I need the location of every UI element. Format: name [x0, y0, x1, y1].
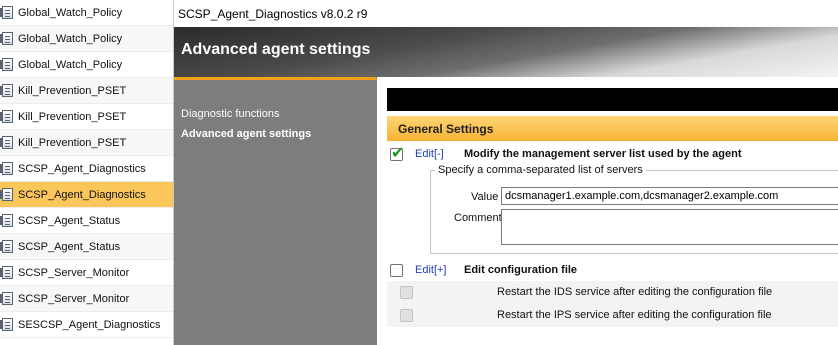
policy-list-item[interactable]: Kill_Prevention_PSET — [0, 104, 173, 130]
policy-label: SCSP_Agent_Diagnostics — [18, 162, 146, 175]
policy-label: Global_Watch_Policy — [18, 6, 123, 19]
policy-label: Global_Watch_Policy — [18, 58, 123, 71]
policy-list-item[interactable]: Global_Watch_Policy — [0, 26, 173, 52]
policy-document-icon — [0, 188, 13, 201]
policy-document-icon — [0, 84, 13, 97]
policy-document-icon — [0, 32, 13, 45]
policy-document-icon — [0, 136, 13, 149]
section-header-title: General Settings — [398, 121, 494, 136]
policy-document-icon — [0, 214, 13, 227]
window-title-bar: SCSP_Agent_Diagnostics v8.0.2 r9 — [174, 0, 838, 27]
restart-ips-row: Restart the IPS service after editing th… — [387, 304, 838, 327]
policy-document-icon — [0, 58, 13, 71]
restart-ips-label: Restart the IPS service after editing th… — [497, 309, 772, 321]
config-file-label: Edit configuration file — [464, 264, 578, 276]
section-header: General Settings — [387, 116, 838, 141]
server-list-legend: Specify a comma-separated list of server… — [435, 164, 646, 176]
policy-list: Global_Watch_Policy Global_Watch_Policy Gl… — [0, 0, 173, 345]
window-title: SCSP_Agent_Diagnostics v8.0.2 r9 — [178, 6, 368, 21]
toolbar-bar — [387, 88, 838, 111]
policy-document-icon — [0, 162, 13, 175]
policy-label: SESCSP_Agent_Diagnostics — [18, 318, 161, 331]
restart-ids-row: Restart the IDS service after editing th… — [387, 281, 838, 304]
nav-item-advanced-agent-settings[interactable]: Advanced agent settings — [181, 128, 311, 140]
policy-window: SCSP_Agent_Diagnostics v8.0.2 r9 Advance… — [173, 0, 838, 345]
policy-document-icon — [0, 292, 13, 305]
config-file-checkbox[interactable] — [390, 264, 403, 277]
restart-ids-label: Restart the IDS service after editing th… — [497, 286, 773, 298]
policy-document-icon — [0, 318, 13, 331]
restart-ids-checkbox[interactable] — [400, 286, 413, 299]
policy-label: SCSP_Agent_Status — [18, 214, 121, 227]
checkmark-icon: ✔ — [391, 145, 405, 162]
policy-list-item[interactable]: Kill_Prevention_PSET — [0, 78, 173, 104]
policy-label: Kill_Prevention_PSET — [18, 110, 127, 123]
management-server-checkbox[interactable]: ✔ — [390, 145, 405, 162]
policy-list-item[interactable]: SCSP_Agent_Status — [0, 208, 173, 234]
policy-document-icon — [0, 240, 13, 253]
settings-content: General Settings ✔ Edit[-] Modify the ma… — [377, 77, 838, 345]
banner: Advanced agent settings — [174, 27, 838, 77]
policy-list-item[interactable]: Global_Watch_Policy — [0, 52, 173, 78]
policy-list-item[interactable]: SCSP_Agent_Diagnostics — [0, 182, 173, 208]
nav-panel-accent — [174, 77, 377, 80]
banner-title: Advanced agent settings — [181, 41, 371, 58]
policy-list-item[interactable]: Global_Watch_Policy — [0, 0, 173, 26]
policy-label: SCSP_Agent_Diagnostics — [18, 188, 146, 201]
nav-panel: Diagnostic functions Advanced agent sett… — [174, 77, 377, 345]
policy-list-item[interactable]: SCSP_Agent_Diagnostics — [0, 156, 173, 182]
restart-ips-checkbox[interactable] — [400, 309, 413, 322]
nav-item-diagnostic-functions[interactable]: Diagnostic functions — [181, 108, 279, 120]
policy-label: Kill_Prevention_PSET — [18, 84, 127, 97]
policy-label: Kill_Prevention_PSET — [18, 136, 127, 149]
config-file-edit-link[interactable]: Edit[+] — [415, 264, 447, 276]
content-top-strip — [377, 77, 838, 88]
policy-document-icon — [0, 6, 13, 19]
policy-label: Global_Watch_Policy — [18, 32, 123, 45]
policy-document-icon — [0, 266, 13, 279]
management-server-label: Modify the management server list used b… — [464, 148, 742, 160]
policy-label: SCSP_Server_Monitor — [18, 266, 130, 279]
policy-list-item[interactable]: SESCSP_Agent_Diagnostics — [0, 312, 173, 338]
comment-input[interactable] — [501, 209, 838, 245]
server-list-value-input[interactable] — [501, 187, 838, 205]
policy-list-item[interactable]: Kill_Prevention_PSET — [0, 130, 173, 156]
policy-label: SCSP_Server_Monitor — [18, 292, 130, 305]
policy-document-icon — [0, 110, 13, 123]
value-label: Value — [471, 191, 499, 203]
policy-list-item[interactable]: SCSP_Server_Monitor — [0, 286, 173, 312]
comment-label: Comment — [454, 212, 502, 224]
policy-list-item[interactable]: SCSP_Server_Monitor — [0, 260, 173, 286]
policy-list-item[interactable]: SCSP_Agent_Status — [0, 234, 173, 260]
policy-label: SCSP_Agent_Status — [18, 240, 121, 253]
management-server-edit-link[interactable]: Edit[-] — [415, 148, 444, 160]
